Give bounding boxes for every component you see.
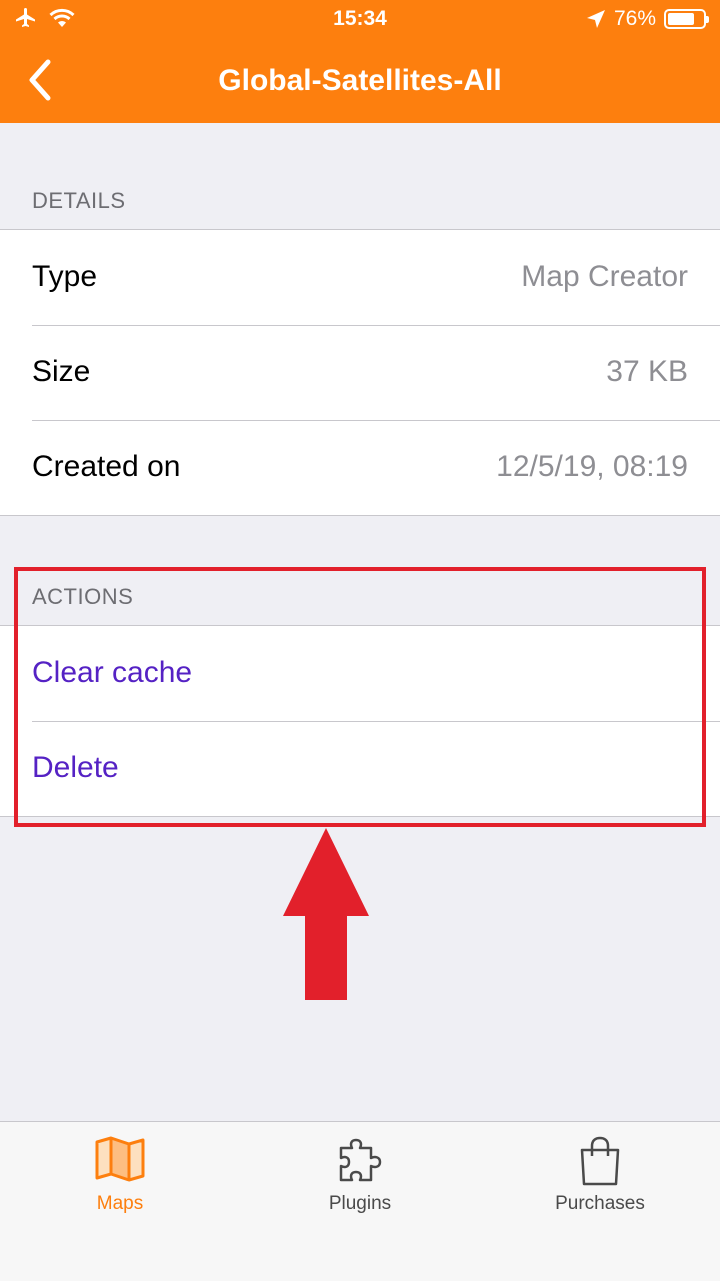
app-header: 15:34 76% Global-Satellites-All <box>0 0 720 123</box>
battery-icon <box>664 9 709 29</box>
annotation-arrow <box>283 828 369 1000</box>
tab-plugins[interactable]: Plugins <box>240 1122 480 1281</box>
detail-value: Map Creator <box>521 260 688 293</box>
tab-bar: Maps Plugins Purchases <box>0 1121 720 1281</box>
tab-maps[interactable]: Maps <box>0 1122 240 1281</box>
clear-cache-button[interactable]: Clear cache <box>0 626 720 721</box>
status-right: 76% <box>586 7 709 31</box>
shopping-bag-icon <box>580 1136 620 1186</box>
battery-percent: 76% <box>613 7 656 30</box>
detail-row-created-on: Created on 12/5/19, 08:19 <box>0 420 720 515</box>
detail-row-size: Size 37 KB <box>0 325 720 420</box>
map-icon <box>95 1136 145 1182</box>
detail-row-type: Type Map Creator <box>0 230 720 325</box>
status-bar: 15:34 76% <box>0 0 720 40</box>
details-section-header: DETAILS <box>32 188 126 213</box>
delete-label[interactable]: Delete <box>32 751 119 785</box>
clear-cache-label[interactable]: Clear cache <box>32 656 192 690</box>
detail-label: Type <box>32 260 98 293</box>
actions-group: Clear cache Delete <box>0 625 720 817</box>
detail-label: Created on <box>32 450 181 483</box>
detail-label: Size <box>32 355 91 388</box>
detail-value: 37 KB <box>606 355 688 388</box>
tab-label: Maps <box>96 1193 144 1214</box>
detail-value: 12/5/19, 08:19 <box>496 450 688 483</box>
nav-bar: Global-Satellites-All <box>0 40 720 123</box>
battery-level <box>668 13 694 25</box>
actions-section-header: ACTIONS <box>32 584 134 609</box>
tab-label: Plugins <box>328 1193 392 1214</box>
page-title: Global-Satellites-All <box>218 64 502 97</box>
puzzle-piece-icon <box>339 1138 382 1182</box>
delete-button[interactable]: Delete <box>0 721 720 816</box>
location-arrow-icon <box>586 10 605 28</box>
tab-purchases[interactable]: Purchases <box>480 1122 720 1281</box>
details-group: Type Map Creator Size 37 KB Created on 1… <box>0 229 720 516</box>
tab-label: Purchases <box>555 1193 645 1214</box>
